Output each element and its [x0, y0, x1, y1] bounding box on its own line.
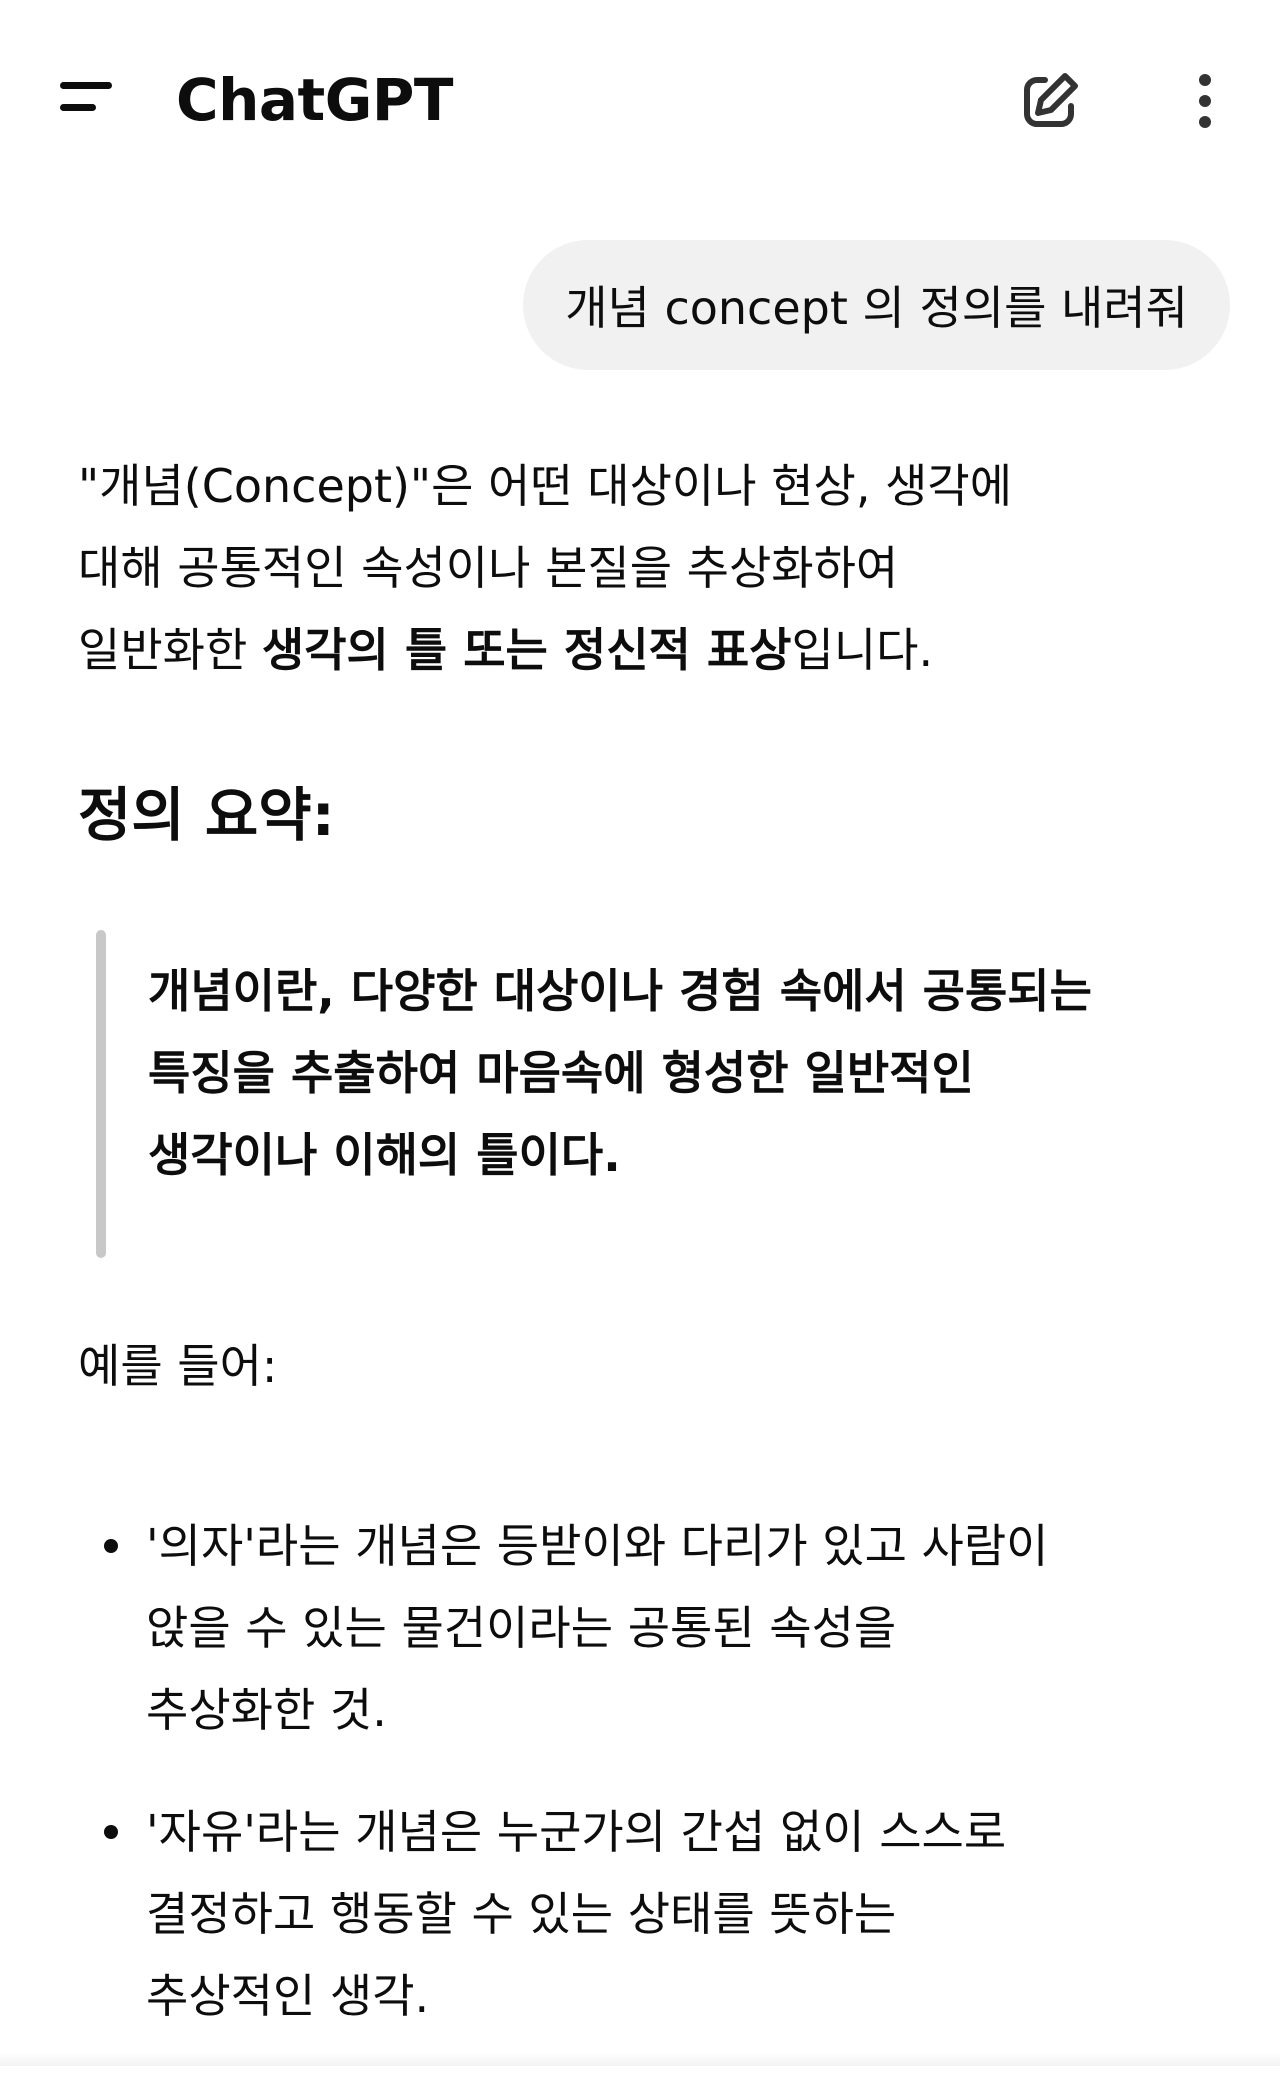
bullet-line: '자유'라는 개념은 누군가의 간섭 없이 스스로 — [146, 1805, 1007, 1859]
bullet-line: 추상적인 생각. — [146, 1969, 430, 2023]
more-options-button[interactable] — [1180, 66, 1230, 136]
assistant-message: "개념(Concept)"은 어떤 대상이나 현상, 생각에 대해 공통적인 속… — [78, 445, 1218, 2023]
bullet-line: 결정하고 행동할 수 있는 상태를 뜻하는 — [146, 1887, 897, 1941]
bullet-dot — [104, 1825, 118, 1839]
menu-button[interactable] — [48, 70, 128, 130]
example-label: 예를 들어: — [78, 1339, 278, 1393]
quote-line: 개념이란, 다양한 대상이나 경험 속에서 공통되는 — [148, 964, 1092, 1018]
intro-line: 대해 공통적인 속성이나 본질을 추상화하여 — [78, 541, 899, 595]
user-message-text: 개념 concept 의 정의를 내려줘 — [565, 281, 1188, 335]
intro-line: "개념(Concept)"은 어떤 대상이나 현상, 생각에 — [78, 459, 1013, 513]
bullet-line: 추상화한 것. — [146, 1683, 387, 1737]
app-title: ChatGPT — [176, 66, 453, 134]
list-item: '자유'라는 개념은 누군가의 간섭 없이 스스로 결정하고 행동할 수 있는 … — [78, 1791, 1218, 2037]
intro-bold-phrase: 생각의 틀 또는 정신적 표상 — [261, 623, 792, 677]
bullet-line: 앉을 수 있는 물건이라는 공통된 속성을 — [146, 1601, 897, 1655]
blockquote-text: 개념이란, 다양한 대상이나 경험 속에서 공통되는 특징을 추출하여 마음속에… — [126, 930, 1256, 1196]
bottom-edge — [0, 2052, 1280, 2066]
edit-square-icon — [1024, 73, 1078, 127]
user-message-bubble: 개념 concept 의 정의를 내려줘 — [523, 240, 1230, 370]
blockquote-rule — [96, 930, 106, 1258]
blockquote: 개념이란, 다양한 대상이나 경험 속에서 공통되는 특징을 추출하여 마음속에… — [96, 930, 1256, 1258]
bullet-line: '의자'라는 개념은 등받이와 다리가 있고 사람이 — [146, 1519, 1049, 1573]
list-item: '의자'라는 개념은 등받이와 다리가 있고 사람이 앉을 수 있는 물건이라는… — [78, 1505, 1218, 1751]
new-chat-button[interactable] — [1015, 66, 1085, 136]
bullet-dot — [104, 1539, 118, 1553]
top-app-bar: ChatGPT — [0, 0, 1280, 200]
intro-paragraph: "개념(Concept)"은 어떤 대상이나 현상, 생각에 대해 공통적인 속… — [78, 445, 1218, 691]
intro-line: 일반화한 — [78, 623, 262, 677]
quote-line: 생각이나 이해의 틀이다. — [148, 1128, 621, 1182]
example-list: '의자'라는 개념은 등받이와 다리가 있고 사람이 앉을 수 있는 물건이라는… — [78, 1505, 1218, 2077]
quote-line: 특징을 추출하여 마음속에 형성한 일반적인 — [148, 1046, 974, 1100]
intro-line: 입니다. — [791, 623, 934, 677]
section-heading: 정의 요약: — [78, 781, 335, 849]
